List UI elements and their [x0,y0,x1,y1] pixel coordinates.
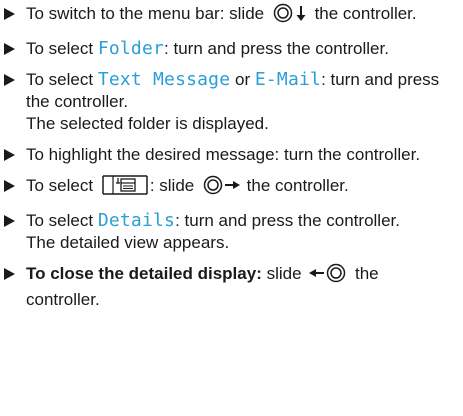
display-text-email: E-Mail [254,69,322,90]
display-text-details: Details [97,210,176,231]
step-text: To highlight the desired message: turn t… [26,145,421,164]
menu-symbol-icon [102,175,148,201]
step-text-mid: slide [261,264,307,283]
step-bullet-icon [4,74,15,86]
step-select-text-message-or-email: To select Text Message or E-Mail: turn a… [2,69,457,135]
step-result: The detailed view appears. [26,233,230,252]
display-text-folder: Folder [97,38,165,59]
step-text-pre: To switch to the menu bar: slide [26,4,269,23]
step-text-mid: or [230,70,255,89]
step-close-detailed-display: To close the detailed display: slide the… [2,263,457,311]
step-highlight-message: To highlight the desired message: turn t… [2,144,457,166]
step-bullet-icon [4,268,15,280]
step-text-post: the controller. [241,176,349,195]
step-select-menu-symbol: To select : slide the controller. [2,175,457,201]
step-text-pre: To select [26,70,98,89]
instruction-page: To switch to the menu bar: slide the con… [0,0,463,416]
step-text-mid: : slide [149,176,199,195]
step-text-post: : turn and press the controller. [164,39,389,58]
step-bullet-icon [4,8,15,20]
step-text-bold: To close the detailed display: [26,264,262,283]
step-result: The selected folder is displayed. [26,114,269,133]
step-switch-menu-bar: To switch to the menu bar: slide the con… [2,3,457,29]
controller-slide-down-icon [273,3,309,29]
controller-slide-right-icon [203,175,241,201]
step-text-pre: To select [26,39,98,58]
instruction-steps: To switch to the menu bar: slide the con… [2,3,457,311]
step-select-folder: To select Folder: turn and press the con… [2,38,457,60]
step-bullet-icon [4,215,15,227]
step-text-pre: To select [26,211,98,230]
display-text-text-message: Text Message [97,69,231,90]
step-text-pre: To select [26,176,98,195]
step-text-post: : turn and press the controller. [175,211,400,230]
step-bullet-icon [4,43,15,55]
step-text-post: the controller. [309,4,417,23]
step-bullet-icon [4,180,15,192]
step-bullet-icon [4,149,15,161]
controller-slide-left-icon [308,263,346,289]
step-select-details: To select Details: turn and press the co… [2,210,457,254]
